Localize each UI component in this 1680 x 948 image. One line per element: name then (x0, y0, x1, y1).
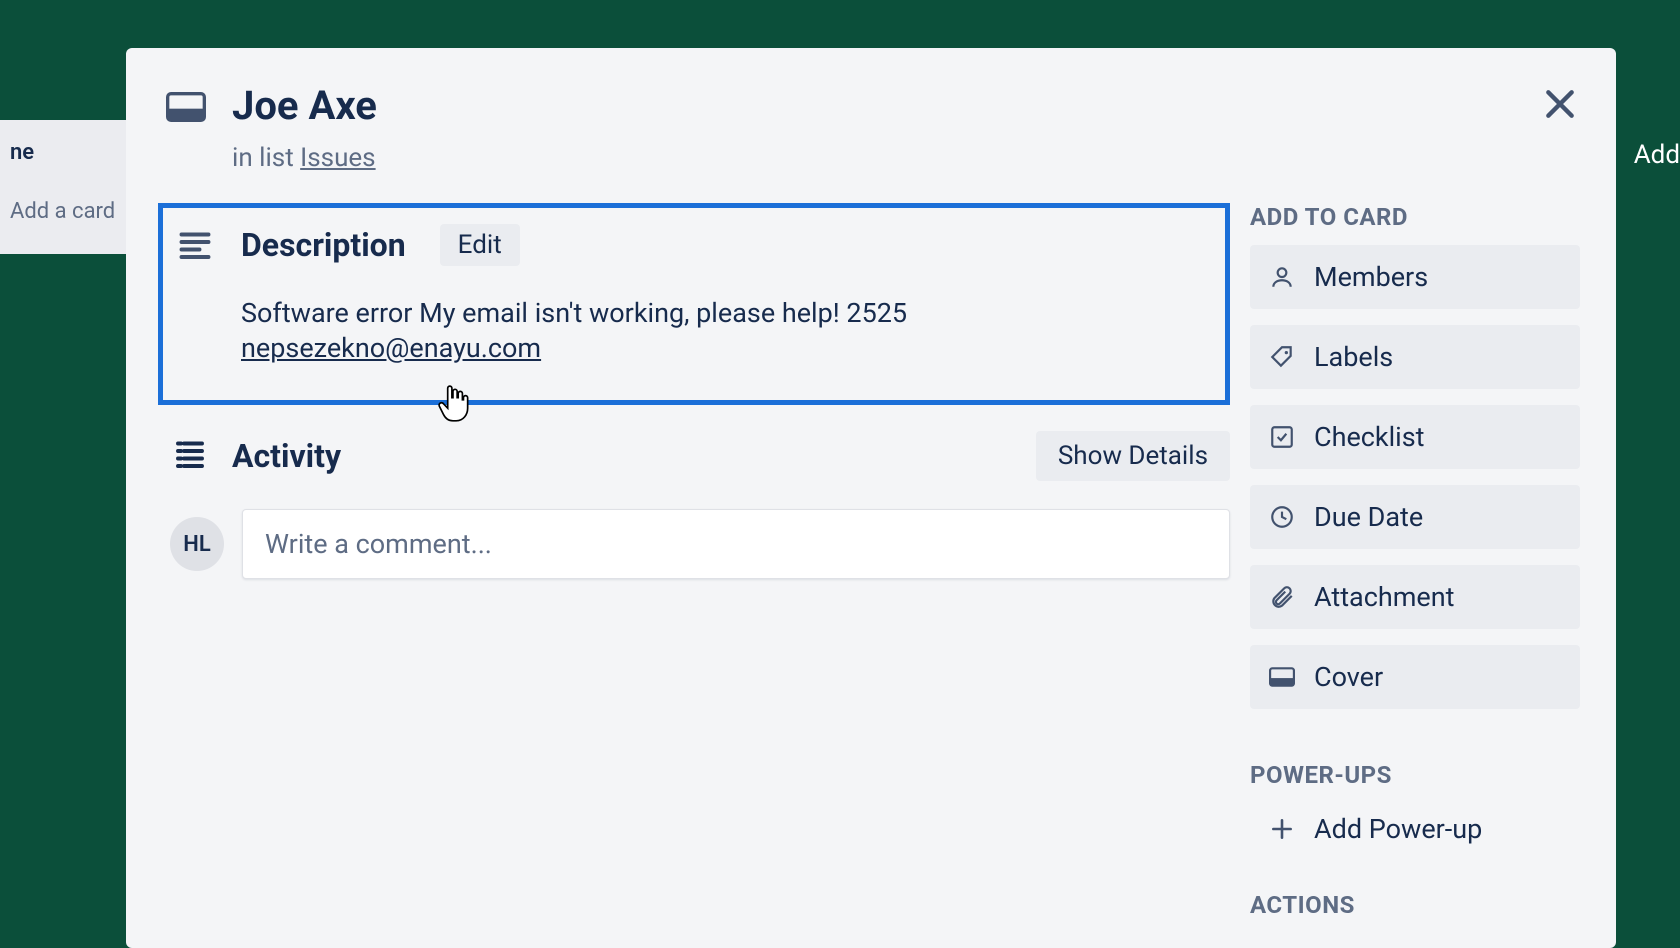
description-body: Software error My email isn't working, p… (241, 297, 907, 329)
close-icon (1540, 84, 1580, 124)
labels-button[interactable]: Labels (1250, 325, 1580, 389)
activity-section-header: Activity Show Details (166, 431, 1230, 481)
in-list-info: in list Issues (232, 143, 1580, 173)
description-section: Description Edit Software error My email… (158, 203, 1230, 405)
sidebar: ADD TO CARD Members Labels Checklist (1250, 203, 1580, 933)
cover-label: Cover (1314, 661, 1383, 693)
description-email-link[interactable]: nepsezekno@enayu.com (241, 332, 541, 364)
cover-button[interactable]: Cover (1250, 645, 1580, 709)
plus-icon (1268, 815, 1296, 843)
members-button[interactable]: Members (1250, 245, 1580, 309)
members-label: Members (1314, 261, 1428, 293)
actions-heading: ACTIONS (1250, 891, 1580, 919)
card-modal: Joe Axe in list Issues Description Edit … (126, 48, 1616, 948)
attachment-button[interactable]: Attachment (1250, 565, 1580, 629)
bg-list-title: ne (10, 140, 130, 199)
labels-label: Labels (1314, 341, 1393, 373)
add-power-up-button[interactable]: Add Power-up (1250, 803, 1580, 855)
card-title[interactable]: Joe Axe (232, 82, 377, 129)
clock-icon (1268, 503, 1296, 531)
checklist-label: Checklist (1314, 421, 1424, 453)
description-icon (177, 227, 217, 263)
list-link[interactable]: Issues (300, 143, 375, 173)
attachment-label: Attachment (1314, 581, 1454, 613)
description-text[interactable]: Software error My email isn't working, p… (241, 296, 1207, 366)
due-date-button[interactable]: Due Date (1250, 485, 1580, 549)
paperclip-icon (1268, 583, 1296, 611)
comment-row: HL Write a comment... (166, 509, 1230, 579)
activity-icon (172, 436, 208, 476)
tag-icon (1268, 343, 1296, 371)
bg-add-card[interactable]: Add a card (10, 199, 130, 224)
add-power-up-label: Add Power-up (1314, 813, 1482, 845)
activity-heading: Activity (232, 437, 341, 475)
edit-description-button[interactable]: Edit (440, 224, 520, 266)
background-list: ne Add a card (0, 120, 140, 254)
checklist-icon (1268, 423, 1296, 451)
comment-input[interactable]: Write a comment... (242, 509, 1230, 579)
show-details-button[interactable]: Show Details (1036, 431, 1230, 481)
card-icon (166, 92, 206, 122)
in-list-prefix: in list (232, 143, 300, 173)
cover-icon (1268, 663, 1296, 691)
due-date-label: Due Date (1314, 501, 1423, 533)
description-heading: Description (241, 226, 406, 264)
power-ups-heading: POWER-UPS (1250, 761, 1580, 789)
checklist-button[interactable]: Checklist (1250, 405, 1580, 469)
avatar[interactable]: HL (170, 517, 224, 571)
card-header: Joe Axe (166, 76, 1580, 129)
add-to-card-heading: ADD TO CARD (1250, 203, 1580, 231)
close-button[interactable] (1528, 72, 1592, 136)
user-icon (1268, 263, 1296, 291)
bg-add-another[interactable]: Add (1634, 140, 1680, 170)
